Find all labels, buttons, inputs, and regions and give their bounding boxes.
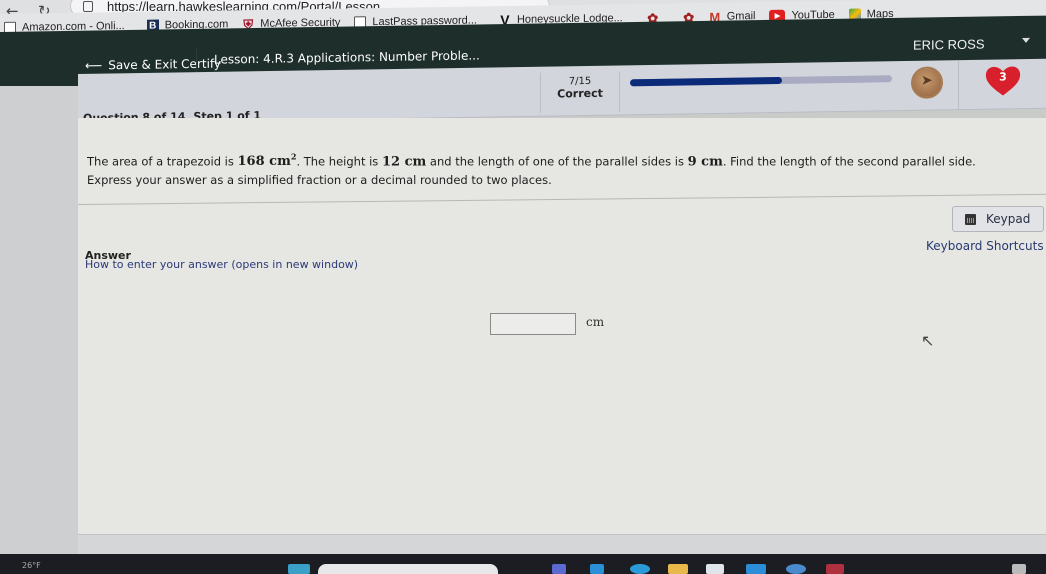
- unit-label: cm: [586, 315, 605, 329]
- footer-band: [78, 534, 1046, 554]
- save-exit-button[interactable]: ⟵ Save & Exit Certify: [85, 57, 221, 73]
- question-text: The area of a trapezoid is 168 cm2. The …: [87, 152, 976, 188]
- arrow-left-icon: ⟵: [85, 58, 103, 73]
- left-gutter: [0, 86, 78, 556]
- score-label: Correct: [557, 86, 603, 101]
- chrome-icon[interactable]: [786, 564, 806, 574]
- teams-icon[interactable]: [552, 564, 566, 574]
- how-to-enter-answer-link[interactable]: How to enter your answer (opens in new w…: [85, 258, 358, 271]
- lives-heart: 3: [984, 63, 1022, 98]
- calculator-icon: [965, 213, 976, 225]
- taskbar: 26°F: [0, 554, 1046, 574]
- answer-input[interactable]: [490, 313, 576, 335]
- edge-icon[interactable]: [630, 564, 650, 574]
- store-icon[interactable]: [706, 564, 724, 574]
- mouse-cursor-icon: ↖: [921, 331, 935, 350]
- weather-widget[interactable]: 26°F: [22, 561, 41, 570]
- area-value: 168 cm2: [237, 152, 297, 170]
- question-content: The area of a trapezoid is 168 cm2. The …: [77, 118, 1046, 548]
- mcafee-icon[interactable]: [826, 564, 844, 574]
- wifi-icon[interactable]: [1012, 564, 1026, 574]
- search-box[interactable]: [318, 564, 498, 574]
- copilot-icon[interactable]: [590, 564, 604, 574]
- keypad-button[interactable]: Keypad: [952, 206, 1044, 232]
- start-icon[interactable]: [288, 564, 310, 574]
- hawk-icon: ➤: [921, 72, 933, 89]
- keyboard-shortcuts-link[interactable]: Keyboard Shortcuts: [926, 239, 1044, 253]
- height-value: 12 cm: [381, 154, 427, 170]
- file-explorer-icon[interactable]: [668, 564, 688, 574]
- progress-fill: [630, 76, 782, 87]
- medal-badge[interactable]: ➤: [911, 66, 943, 99]
- lives-count: 3: [999, 70, 1007, 84]
- lock-icon: [83, 1, 93, 12]
- lesson-title: Lesson: 4.R.3 Applications: Number Probl…: [214, 48, 480, 67]
- app-icon[interactable]: [746, 564, 766, 574]
- section-divider: [77, 193, 1046, 205]
- progress-bar: [630, 75, 892, 87]
- caret-down-icon[interactable]: [1022, 37, 1030, 43]
- side-value: 9 cm: [687, 154, 723, 170]
- score-box: 7/15 Correct: [540, 71, 620, 113]
- user-name[interactable]: ERIC ROSS: [913, 37, 985, 53]
- divider: [958, 60, 959, 111]
